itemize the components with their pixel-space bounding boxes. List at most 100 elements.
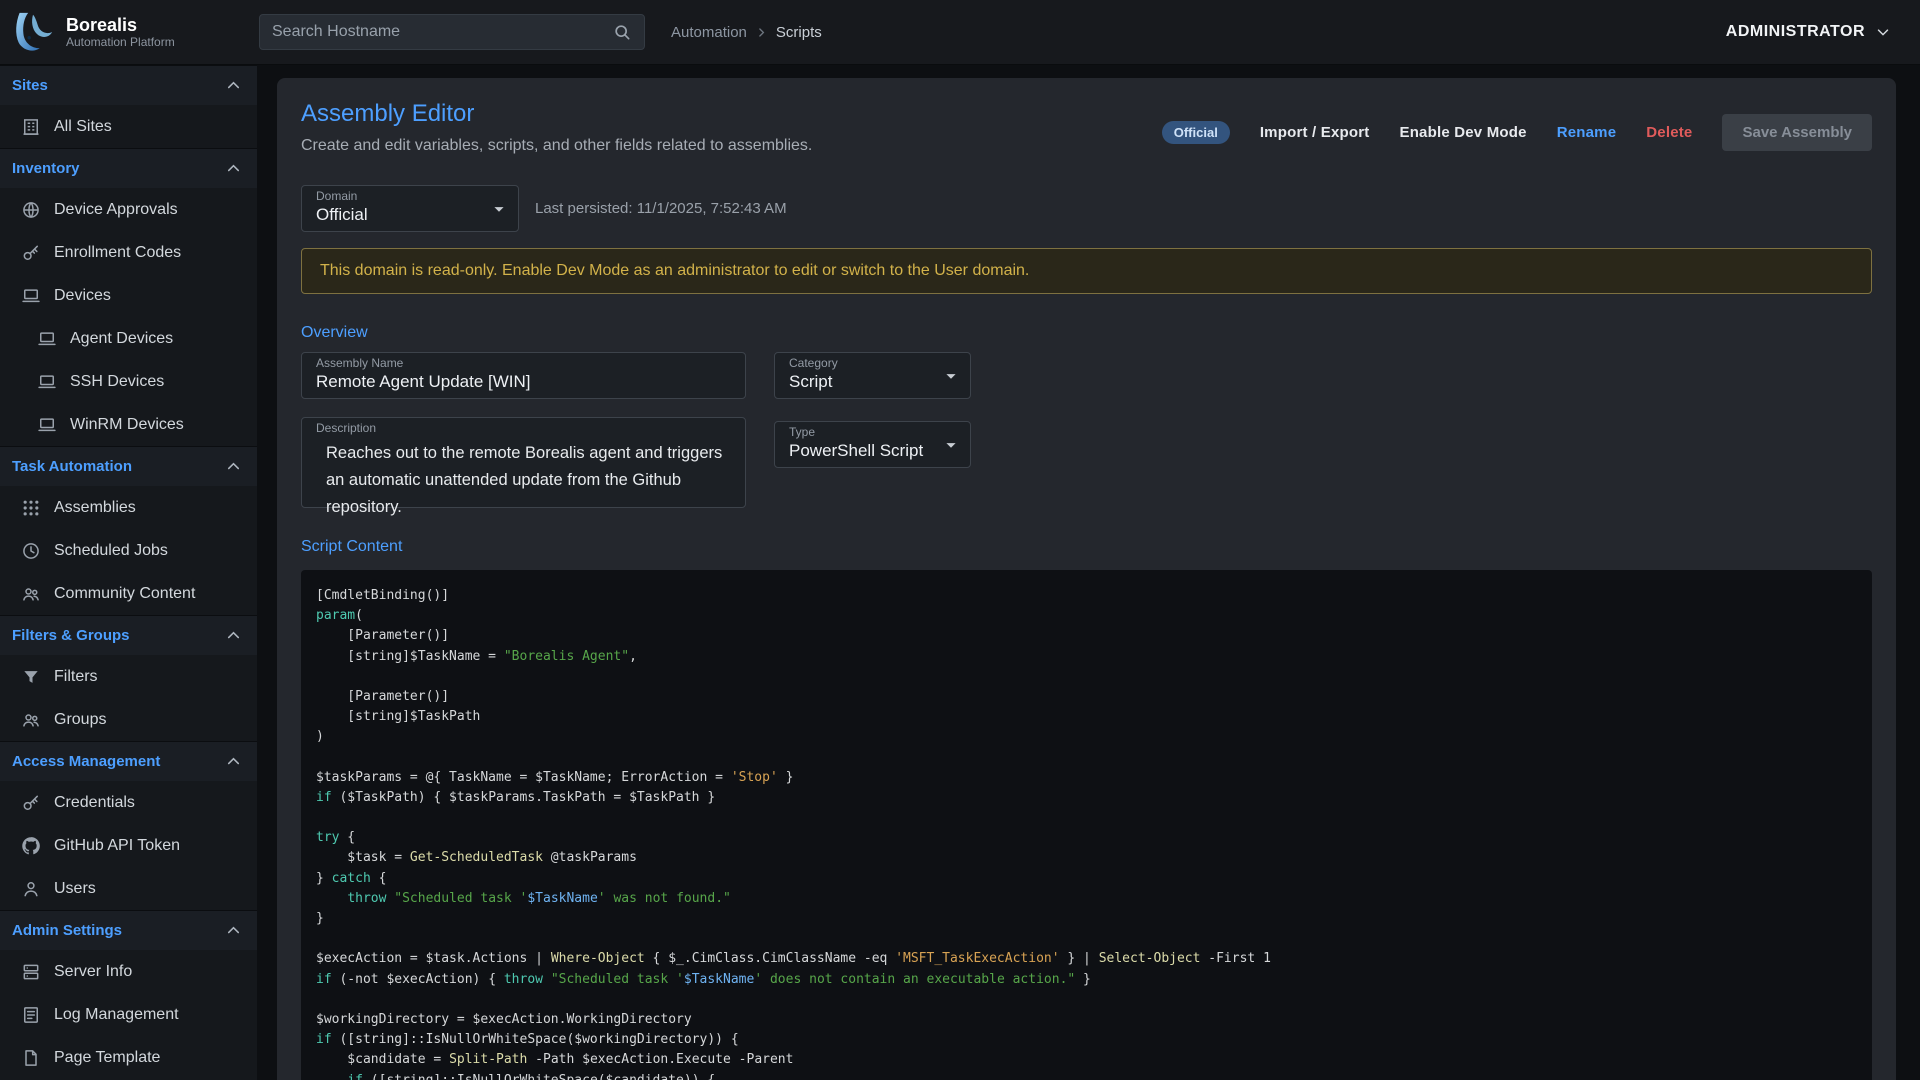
sidebar-section-inventory[interactable]: Inventory (0, 148, 257, 188)
grid-icon (21, 498, 41, 518)
breadcrumb-automation[interactable]: Automation (671, 24, 747, 41)
chevron-up-icon (224, 76, 243, 95)
sidebar: Sites All SitesInventoryDevice Approvals E… (0, 65, 257, 1080)
code-line: $taskParams = @{ TaskName = $TaskName; E… (316, 768, 1872, 788)
page-icon (21, 1048, 41, 1068)
sidebar-item-enrollment-codes[interactable]: Enrollment Codes (0, 231, 257, 274)
code-line: [string]$TaskPath (316, 707, 1872, 727)
overview-label: Overview (301, 324, 1872, 342)
chevron-up-icon (224, 921, 243, 940)
sidebar-item-label: GitHub API Token (54, 837, 180, 855)
sidebar-item-github-api-token[interactable]: GitHub API Token (0, 824, 257, 867)
page-heading: Assembly Editor Create and edit variable… (301, 100, 812, 155)
sidebar-item-page-template[interactable]: Page Template (0, 1036, 257, 1079)
sidebar-section-access-management[interactable]: Access Management (0, 741, 257, 781)
top-bar: Borealis Automation Platform Automation … (0, 0, 1920, 65)
sidebar-item-label: Assemblies (54, 499, 136, 517)
type-value: PowerShell Script (789, 441, 934, 461)
code-line: $execAction = $task.Actions | Where-Obje… (316, 949, 1872, 969)
sidebar-item-all-sites[interactable]: All Sites (0, 105, 257, 148)
script-editor[interactable]: [CmdletBinding()]param( [Parameter()] [s… (301, 570, 1872, 1080)
sidebar-section-task-automation[interactable]: Task Automation (0, 446, 257, 486)
code-line: if ($TaskPath) { $taskParams.TaskPath = … (316, 788, 1872, 808)
dropdown-caret-icon (940, 434, 962, 456)
assembly-name-field[interactable]: Assembly Name Remote Agent Update [WIN] (301, 352, 746, 399)
user-name: ADMINISTRATOR (1726, 23, 1865, 41)
sidebar-item-device-approvals[interactable]: Device Approvals (0, 188, 257, 231)
save-assembly-button[interactable]: Save Assembly (1722, 114, 1872, 151)
sidebar-section-admin-settings[interactable]: Admin Settings (0, 910, 257, 950)
code-line: [string]$TaskName = "Borealis Agent", (316, 647, 1872, 667)
code-line: [Parameter()] (316, 626, 1872, 646)
description-field[interactable]: Description Reaches out to the remote Bo… (301, 417, 746, 508)
description-label: Description (316, 422, 731, 435)
domain-label: Domain (316, 190, 482, 203)
clock-icon (21, 541, 41, 561)
import-export-button[interactable]: Import / Export (1260, 124, 1370, 141)
editor-actions: Official Import / Export Enable Dev Mode… (1162, 114, 1872, 151)
sidebar-item-label: Log Management (54, 1006, 179, 1024)
sidebar-section-filters-groups[interactable]: Filters & Groups (0, 615, 257, 655)
last-persisted: Last persisted: 11/1/2025, 7:52:43 AM (535, 200, 787, 217)
sidebar-section-label: Sites (12, 77, 48, 94)
sidebar-item-community-content[interactable]: Community Content (0, 572, 257, 615)
chevron-up-icon (224, 626, 243, 645)
breadcrumb-scripts[interactable]: Scripts (776, 24, 822, 41)
sidebar-item-label: Enrollment Codes (54, 244, 181, 262)
sidebar-item-agent-devices[interactable]: Agent Devices (0, 317, 257, 360)
sidebar-item-filters[interactable]: Filters (0, 655, 257, 698)
assembly-name-value: Remote Agent Update [WIN] (316, 372, 731, 392)
sidebar-section-sites[interactable]: Sites (0, 65, 257, 105)
sidebar-item-scheduled-jobs[interactable]: Scheduled Jobs (0, 529, 257, 572)
page-subtitle: Create and edit variables, scripts, and … (301, 137, 812, 155)
brand[interactable]: Borealis Automation Platform (0, 9, 257, 55)
enable-dev-mode-button[interactable]: Enable Dev Mode (1399, 124, 1526, 141)
main-content: Assembly Editor Create and edit variable… (257, 65, 1920, 1080)
code-line (316, 748, 1872, 768)
sidebar-item-users[interactable]: Users (0, 867, 257, 910)
code-line (316, 808, 1872, 828)
type-select[interactable]: Type PowerShell Script (774, 421, 971, 468)
people-icon (21, 710, 41, 730)
code-line: [CmdletBinding()] (316, 586, 1872, 606)
sidebar-item-groups[interactable]: Groups (0, 698, 257, 741)
sidebar-section-label: Admin Settings (12, 922, 122, 939)
breadcrumb: Automation Scripts (671, 24, 822, 41)
sidebar-item-label: Groups (54, 711, 106, 729)
delete-button[interactable]: Delete (1646, 124, 1692, 141)
code-line: } (316, 909, 1872, 929)
category-select[interactable]: Category Script (774, 352, 971, 399)
sidebar-section-label: Filters & Groups (12, 627, 130, 644)
sidebar-item-assemblies[interactable]: Assemblies (0, 486, 257, 529)
sidebar-item-credentials[interactable]: Credentials (0, 781, 257, 824)
chevron-down-icon (1874, 23, 1892, 41)
user-menu[interactable]: ADMINISTRATOR (1726, 23, 1892, 41)
code-line: [Parameter()] (316, 687, 1872, 707)
building-icon (21, 117, 41, 137)
code-line (316, 929, 1872, 949)
user-icon (21, 879, 41, 899)
server-icon (21, 962, 41, 982)
rename-button[interactable]: Rename (1557, 124, 1617, 141)
key-icon (21, 243, 41, 263)
page-title: Assembly Editor (301, 100, 812, 128)
sidebar-item-label: SSH Devices (70, 373, 164, 391)
search-input[interactable] (272, 23, 612, 41)
assembly-editor-panel: Assembly Editor Create and edit variable… (277, 78, 1896, 1080)
sidebar-item-label: Server Info (54, 963, 132, 981)
sidebar-section-label: Task Automation (12, 458, 132, 475)
domain-row: Domain Official Last persisted: 11/1/202… (301, 185, 1872, 232)
sidebar-item-winrm-devices[interactable]: WinRM Devices (0, 403, 257, 446)
readonly-warning: This domain is read-only. Enable Dev Mod… (301, 248, 1872, 294)
brand-tagline: Automation Platform (66, 35, 175, 49)
code-line: $candidate = Split-Path -Path $execActio… (316, 1050, 1872, 1070)
sidebar-item-log-management[interactable]: Log Management (0, 993, 257, 1036)
code-line: param( (316, 606, 1872, 626)
laptop-icon (37, 415, 57, 435)
sidebar-item-devices[interactable]: Devices (0, 274, 257, 317)
sidebar-item-server-info[interactable]: Server Info (0, 950, 257, 993)
code-line: if (-not $execAction) { throw "Scheduled… (316, 970, 1872, 990)
domain-select[interactable]: Domain Official (301, 185, 519, 232)
search-box[interactable] (259, 14, 645, 50)
sidebar-item-ssh-devices[interactable]: SSH Devices (0, 360, 257, 403)
